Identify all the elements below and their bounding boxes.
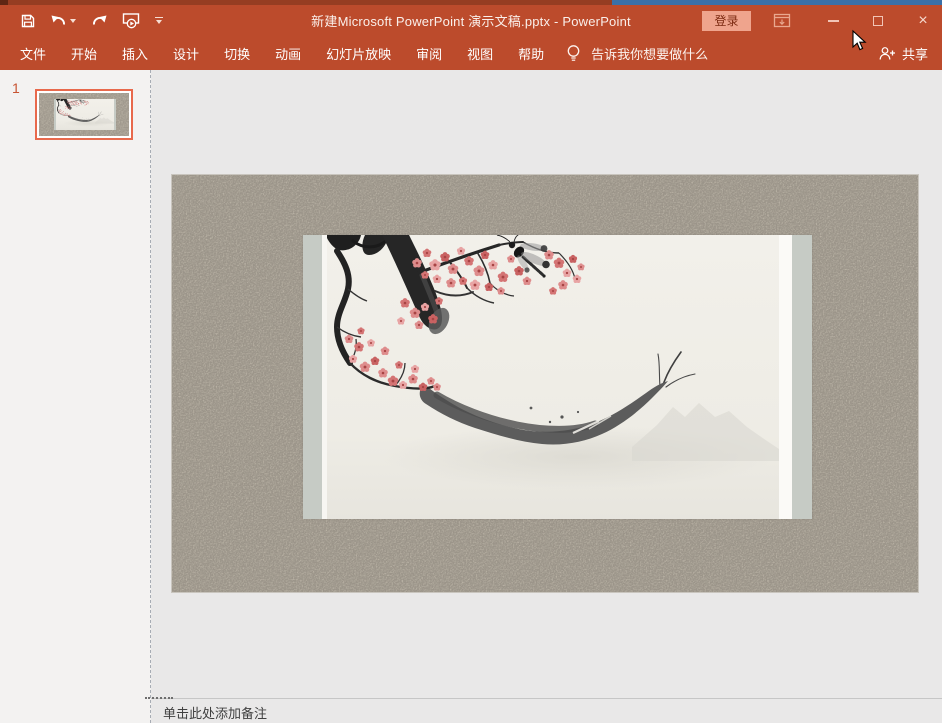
tab-help[interactable]: 帮助 (518, 44, 544, 63)
notes-splitter-handle[interactable] (145, 697, 173, 699)
minimize-button[interactable] (818, 5, 848, 36)
share-person-icon (879, 46, 896, 61)
window-controls: × (818, 5, 942, 36)
close-button[interactable]: × (908, 5, 938, 36)
start-slideshow-button[interactable] (122, 12, 141, 29)
start-slideshow-icon (122, 12, 141, 29)
slide[interactable] (171, 174, 919, 593)
tab-insert[interactable]: 插入 (122, 44, 148, 63)
undo-dropdown-icon[interactable] (70, 19, 76, 23)
ink-painting-thumbnail (56, 99, 114, 130)
tab-view[interactable]: 视图 (467, 44, 493, 63)
share-button[interactable]: 共享 (879, 44, 942, 63)
close-icon: × (918, 13, 927, 29)
image-right-band (792, 235, 812, 519)
customize-qat-caret-icon (156, 20, 162, 24)
image-left-band (303, 235, 322, 519)
tab-review[interactable]: 审阅 (416, 44, 442, 63)
undo-button[interactable] (50, 14, 76, 28)
redo-button[interactable] (90, 14, 108, 28)
slide-image[interactable] (303, 235, 812, 519)
tab-slideshow[interactable]: 幻灯片放映 (326, 44, 391, 63)
notes-area[interactable]: 单击此处添加备注 (151, 698, 942, 723)
customize-qat-icon (155, 17, 163, 19)
slide-thumbnail-image (54, 99, 116, 130)
ink-painting (327, 235, 779, 519)
slide-thumbnails-panel[interactable]: 1 (0, 70, 151, 723)
tab-transitions[interactable]: 切换 (224, 44, 250, 63)
slide-editor: 单击此处添加备注 (151, 70, 942, 723)
ribbon-tab-bar: 文件 开始 插入 设计 切换 动画 幻灯片放映 审阅 视图 帮助 告诉我你想要做… (0, 36, 942, 70)
slide-thumbnail-content (39, 93, 129, 136)
ribbon-tabs: 文件 开始 插入 设计 切换 动画 幻灯片放映 审阅 视图 帮助 (0, 44, 544, 63)
slide-number: 1 (12, 80, 20, 96)
save-icon (20, 13, 36, 29)
sign-in-button[interactable]: 登录 (702, 11, 751, 31)
ink-painting-svg (327, 235, 779, 519)
customize-qat-button[interactable] (155, 17, 163, 25)
tell-me-box[interactable]: 告诉我你想要做什么 (566, 44, 708, 63)
main-workspace: 1 (0, 70, 942, 723)
maximize-button[interactable] (863, 5, 893, 36)
slide-thumbnail[interactable] (35, 89, 133, 140)
redo-icon (90, 14, 108, 28)
titlebar-right-controls: 登录 × (702, 5, 942, 36)
save-button[interactable] (20, 13, 36, 29)
share-label: 共享 (902, 44, 928, 63)
tell-me-label: 告诉我你想要做什么 (591, 44, 708, 63)
tab-design[interactable]: 设计 (173, 44, 199, 63)
ribbon-display-options-button[interactable] (772, 12, 792, 30)
tab-file[interactable]: 文件 (20, 44, 46, 63)
image-right-strip (779, 235, 792, 519)
slide-canvas[interactable] (151, 70, 942, 698)
lightbulb-icon (566, 44, 581, 63)
titlebar: 新建Microsoft PowerPoint 演示文稿.pptx - Power… (0, 5, 942, 36)
tab-animations[interactable]: 动画 (275, 44, 301, 63)
tab-home[interactable]: 开始 (71, 44, 97, 63)
ribbon-display-options-icon (773, 13, 791, 29)
quick-access-toolbar (0, 12, 163, 29)
notes-placeholder: 单击此处添加备注 (163, 706, 267, 721)
undo-icon (50, 14, 68, 28)
minimize-icon (828, 20, 839, 22)
maximize-icon (873, 16, 883, 26)
